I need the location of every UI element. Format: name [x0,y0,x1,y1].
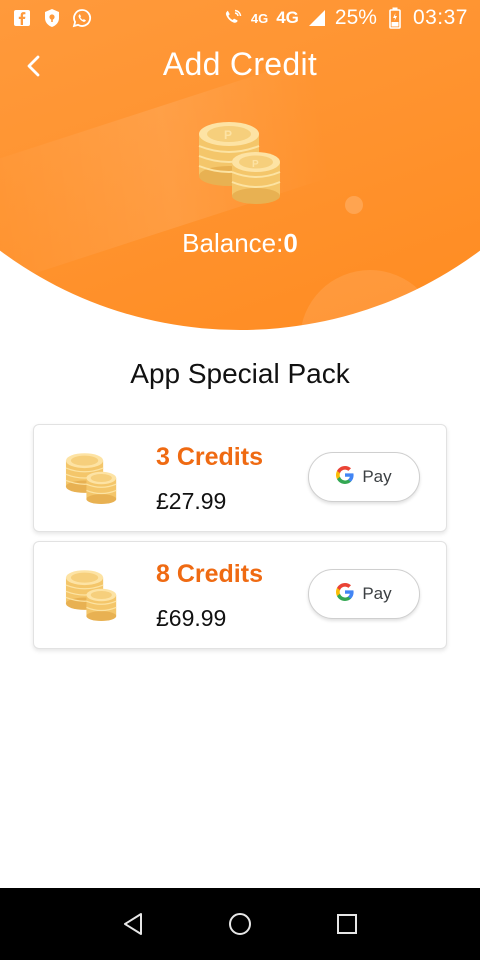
google-g-icon [336,582,354,606]
svg-text:P: P [252,159,259,170]
battery-percent: 25% [334,6,377,29]
pack-card: 8 Credits £69.99 Pay [33,541,447,649]
nav-home-button[interactable] [222,906,258,942]
network-type-1: 4G [250,10,269,26]
network-type-2: 4G [276,8,299,27]
status-left-icons [12,8,92,28]
pack-price: £27.99 [156,488,227,514]
shield-icon [42,8,62,28]
navigation-bar [0,888,480,960]
home-circle-icon [228,913,251,935]
nav-recents-button[interactable] [329,906,365,942]
whatsapp-icon [72,8,92,28]
balance-value: 0 [283,228,298,258]
section-title: App Special Pack [130,358,350,389]
signal-icon [307,8,327,28]
status-right-icons: 4G 4G 25% 03:37 [223,6,468,30]
battery-icon [385,7,405,29]
status-bar: 4G 4G 25% 03:37 [0,0,480,36]
header-decoration [345,196,363,214]
page-title: Add Credit [162,46,318,82]
back-triangle-icon [124,913,143,935]
balance: Balance:0 [0,228,480,259]
pack-price: £69.99 [156,605,227,631]
balance-label: Balance: [182,228,284,258]
google-pay-button[interactable]: Pay [308,569,420,619]
pack-credits: 8 Credits [156,560,263,588]
recents-square-icon [336,914,357,934]
google-pay-button[interactable]: Pay [308,452,420,502]
coin-stack-icon [64,564,120,626]
coin-stack-icon: P P [196,112,286,212]
google-g-icon [336,465,354,489]
wifi-call-icon [223,8,243,28]
facebook-icon [12,8,32,28]
clock: 03:37 [412,6,468,29]
pack-credits: 3 Credits [156,443,263,471]
google-pay-label: Pay [362,467,392,486]
coin-stack-icon [64,447,120,509]
svg-text:P: P [224,128,232,142]
nav-back-button[interactable] [115,906,151,942]
pack-card: 3 Credits £27.99 Pay [33,424,447,532]
google-pay-label: Pay [362,584,392,603]
